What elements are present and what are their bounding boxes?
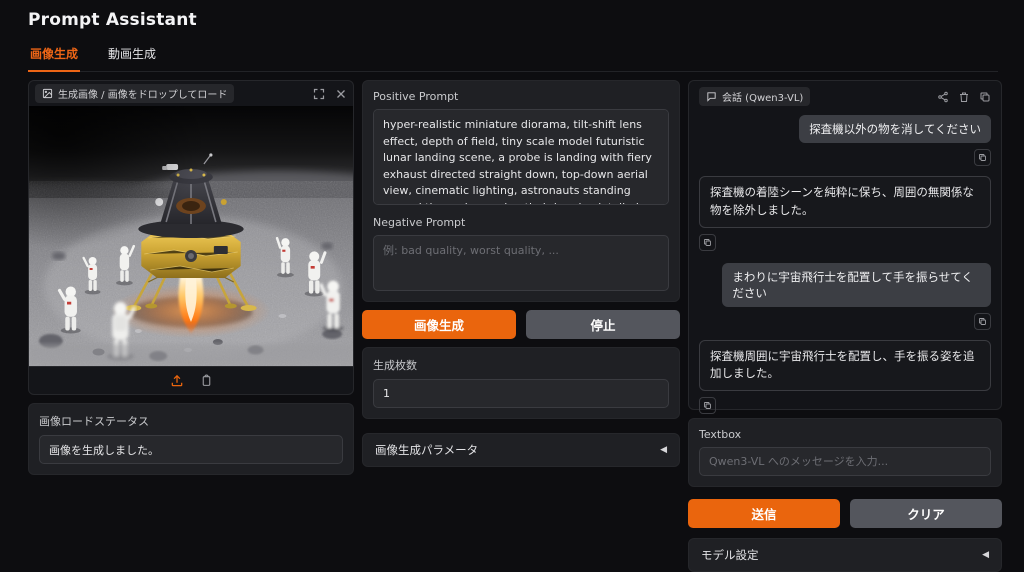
tab-image-generation[interactable]: 画像生成 bbox=[28, 41, 80, 72]
positive-prompt-label: Positive Prompt bbox=[373, 90, 669, 103]
copy-row bbox=[699, 397, 991, 414]
copy-row bbox=[699, 149, 991, 166]
chat-label-chip: 会話 (Qwen3-VL) bbox=[699, 87, 810, 106]
generated-image[interactable] bbox=[29, 106, 353, 366]
column-image: 生成画像 / 画像をドロップしてロード bbox=[28, 80, 354, 475]
message-copy-icon[interactable] bbox=[699, 397, 716, 414]
share-icon[interactable] bbox=[937, 91, 949, 103]
image-params-accordion-label: 画像生成パラメータ bbox=[375, 442, 478, 458]
image-panel-label: 生成画像 / 画像をドロップしてロード bbox=[58, 86, 227, 101]
close-icon[interactable] bbox=[335, 88, 347, 100]
chevron-left-icon: ◀ bbox=[982, 550, 989, 560]
model-settings-accordion-label: モデル設定 bbox=[701, 547, 759, 563]
chat-message-assistant: 探査機周囲に宇宙飛行士を配置し、手を振る姿を追加しました。 bbox=[699, 340, 991, 392]
count-input[interactable] bbox=[373, 379, 669, 408]
tab-bar: 画像生成 動画生成 bbox=[28, 41, 998, 72]
image-panel-footer bbox=[29, 366, 353, 394]
user-bubble: 探査機以外の物を消してください bbox=[799, 115, 991, 143]
chevron-left-icon: ◀ bbox=[660, 445, 667, 455]
chat-bubble-icon bbox=[706, 91, 717, 102]
image-icon bbox=[42, 88, 53, 99]
column-prompts: Positive Prompt hyper-realistic miniatur… bbox=[362, 80, 680, 467]
chat-message-assistant: 探査機の着陸シーンを純粋に保ち、周囲の無関係な物を除外しました。 bbox=[699, 176, 991, 228]
image-panel-label-chip: 生成画像 / 画像をドロップしてロード bbox=[35, 84, 234, 103]
message-copy-icon[interactable] bbox=[974, 149, 991, 166]
upload-icon[interactable] bbox=[170, 374, 184, 388]
send-button[interactable]: 送信 bbox=[688, 499, 840, 528]
fullscreen-icon[interactable] bbox=[313, 88, 325, 100]
negative-prompt-input[interactable] bbox=[373, 235, 669, 291]
clear-button[interactable]: クリア bbox=[850, 499, 1002, 528]
clipboard-icon[interactable] bbox=[200, 374, 213, 387]
app-root: Prompt Assistant 画像生成 動画生成 生成画像 / 画像をドロッ… bbox=[0, 0, 1024, 572]
image-status-field[interactable] bbox=[39, 435, 343, 464]
chat-message-input[interactable] bbox=[699, 447, 991, 476]
main-columns: 生成画像 / 画像をドロップしてロード bbox=[28, 80, 998, 572]
tab-video-generation[interactable]: 動画生成 bbox=[106, 41, 158, 72]
negative-prompt-label: Negative Prompt bbox=[373, 216, 669, 229]
generated-image-panel: 生成画像 / 画像をドロップしてロード bbox=[28, 80, 354, 395]
chat-button-row: 送信 クリア bbox=[688, 499, 1002, 528]
user-bubble: まわりに宇宙飛行士を配置して手を振らせてください bbox=[722, 263, 991, 307]
stop-button[interactable]: 停止 bbox=[526, 310, 680, 339]
chat-label: 会話 (Qwen3-VL) bbox=[722, 89, 803, 104]
image-status-group: 画像ロードステータス bbox=[28, 403, 354, 475]
generate-button-row: 画像生成 停止 bbox=[362, 310, 680, 339]
copy-row bbox=[699, 313, 991, 330]
chat-message-user: まわりに宇宙飛行士を配置して手を振らせてください bbox=[699, 263, 991, 307]
count-group: 生成枚数 bbox=[362, 347, 680, 419]
prompt-group: Positive Prompt hyper-realistic miniatur… bbox=[362, 80, 680, 302]
chat-message-user: 探査機以外の物を消してください bbox=[699, 115, 991, 143]
generate-image-button[interactable]: 画像生成 bbox=[362, 310, 516, 339]
chat-input-group: Textbox bbox=[688, 418, 1002, 487]
message-copy-icon[interactable] bbox=[699, 234, 716, 251]
column-chat: 会話 (Qwen3-VL) 探 bbox=[688, 80, 1002, 572]
chatbot-panel: 会話 (Qwen3-VL) 探 bbox=[688, 80, 1002, 410]
image-panel-header: 生成画像 / 画像をドロップしてロード bbox=[29, 81, 353, 106]
count-label: 生成枚数 bbox=[373, 357, 669, 373]
message-copy-icon[interactable] bbox=[974, 313, 991, 330]
chat-controls bbox=[937, 91, 991, 103]
copy-icon[interactable] bbox=[979, 91, 991, 103]
image-panel-controls bbox=[313, 88, 347, 100]
trash-icon[interactable] bbox=[958, 91, 970, 103]
page-title: Prompt Assistant bbox=[28, 10, 998, 30]
image-params-accordion[interactable]: 画像生成パラメータ ◀ bbox=[362, 433, 680, 467]
positive-prompt-input[interactable]: hyper-realistic miniature diorama, tilt-… bbox=[373, 109, 669, 205]
image-status-label: 画像ロードステータス bbox=[39, 413, 343, 429]
chat-header: 会話 (Qwen3-VL) bbox=[699, 87, 991, 106]
copy-row bbox=[699, 234, 991, 251]
model-settings-accordion[interactable]: モデル設定 ◀ bbox=[688, 538, 1002, 572]
chat-input-label: Textbox bbox=[699, 428, 991, 441]
